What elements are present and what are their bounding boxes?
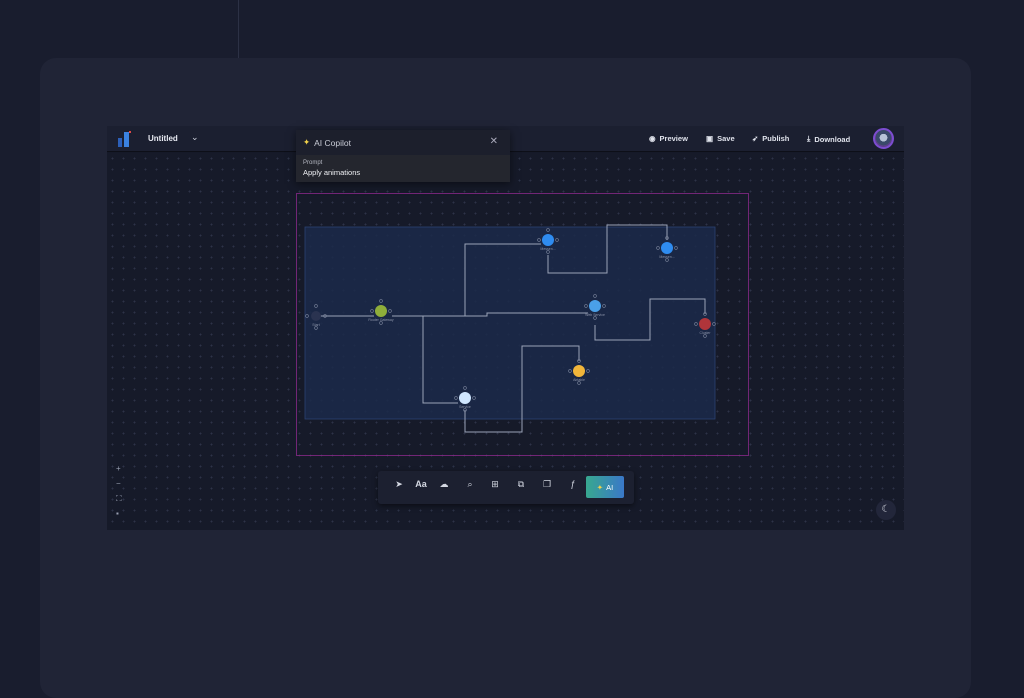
zoom-in-button[interactable]: + (116, 464, 121, 473)
node-label: Messen... (659, 255, 674, 259)
text-icon[interactable]: Aa (413, 479, 429, 489)
prompt-label: Prompt (303, 160, 323, 166)
lock-icon[interactable]: ▪ (116, 509, 119, 518)
node-label: Airtable (573, 378, 585, 382)
msg1-icon (542, 234, 554, 246)
close-icon[interactable]: ✕ (490, 136, 498, 147)
prompt-input[interactable]: Apply animations (303, 168, 360, 177)
msg2-icon (661, 242, 673, 254)
router-icon (375, 305, 387, 317)
copilot-title: AI Copilot (314, 137, 351, 148)
grid-icon[interactable]: ⊞ (487, 479, 503, 490)
copy-icon[interactable]: ❐ (539, 479, 555, 490)
components-icon[interactable]: ⧉ (513, 479, 529, 490)
node-label: Messen... (540, 247, 555, 251)
zoom-out-button[interactable]: − (116, 479, 121, 488)
node-label: Cluster (699, 331, 711, 335)
fit-view-icon[interactable]: ⛶ (116, 494, 122, 504)
node-label: Web Service (585, 313, 605, 317)
node-label: Service (459, 405, 471, 409)
cluster-icon (699, 318, 711, 330)
service-icon (459, 392, 471, 404)
bottom-toolbar: ➤ Aa ☁ ⌕ ⊞ ⧉ ❐ ƒ ✦ AI (378, 471, 634, 504)
sparkle-icon: ✦ (303, 137, 311, 147)
start-icon (311, 311, 321, 321)
sparkle-icon: ✦ (596, 482, 604, 492)
group-container[interactable] (304, 226, 716, 420)
diagram: Start Router Gateway Messen... Messen... Web… (296, 193, 749, 456)
node-label: Start (312, 323, 319, 327)
pointer-icon[interactable]: ➤ (391, 479, 407, 490)
moon-icon: ☾ (881, 504, 891, 515)
ai-button[interactable]: ✦ AI (586, 476, 624, 498)
airtable-icon (573, 365, 585, 377)
shapes-icon[interactable]: ☁ (436, 479, 452, 490)
node-label: Router Gateway (368, 318, 394, 322)
web-icon (589, 300, 601, 312)
dark-mode-toggle[interactable]: ☾ (876, 500, 896, 520)
search-icon[interactable]: ⌕ (462, 479, 478, 490)
ai-label: AI (606, 482, 614, 492)
ai-copilot-panel: ✦ AI Copilot ✕ Prompt Apply animations (296, 130, 510, 182)
formula-icon[interactable]: ƒ (565, 479, 581, 489)
